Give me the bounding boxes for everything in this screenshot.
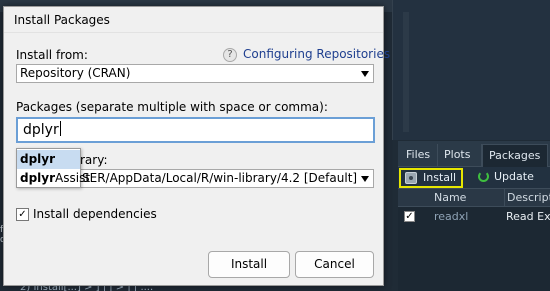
update-button-label: Update xyxy=(494,170,534,183)
package-description: Read Exc xyxy=(506,210,550,223)
scrollbar[interactable] xyxy=(403,12,409,132)
text-caret xyxy=(59,121,61,136)
tab-files[interactable]: Files xyxy=(400,144,438,167)
packages-toolbar: Install Update xyxy=(398,167,550,189)
configuring-repositories-link[interactable]: ? Configuring Repositories xyxy=(223,47,390,63)
packages-input-value: dplyr xyxy=(23,122,59,138)
package-name-link[interactable]: readxl xyxy=(434,208,468,226)
refresh-icon xyxy=(478,171,489,182)
column-header-name[interactable]: Name xyxy=(434,189,504,207)
checkmark-icon: ✓ xyxy=(16,208,29,221)
autocomplete-rest: Assist xyxy=(55,171,91,185)
install-packages-dialog: Install Packages Install from: ? Configu… xyxy=(3,6,390,286)
autocomplete-match: dplyr xyxy=(20,152,56,166)
environment-pane xyxy=(392,0,550,140)
install-packages-button[interactable]: Install xyxy=(399,168,463,188)
library-label-text: rary: xyxy=(80,153,108,167)
pane-tab-bar: Files Plots Packages xyxy=(398,141,550,167)
chevron-down-icon xyxy=(361,176,369,182)
tab-packages[interactable]: Packages xyxy=(482,144,548,167)
library-value: SER/AppData/Local/R/win-library/4.2 [Def… xyxy=(82,171,358,185)
install-from-select[interactable]: Repository (CRAN) xyxy=(16,64,374,83)
install-from-value: Repository (CRAN) xyxy=(20,66,131,80)
packages-table-header: Name Descripti xyxy=(398,189,550,207)
install-from-label: Install from: xyxy=(16,48,88,62)
dialog-title: Install Packages xyxy=(4,7,383,33)
table-row: ✓ readxl Read Exc xyxy=(398,208,550,226)
autocomplete-match: dplyr xyxy=(20,171,56,185)
package-loaded-checkbox[interactable]: ✓ xyxy=(404,211,415,222)
chevron-down-icon xyxy=(361,71,369,77)
packages-pane: Files Plots Packages Install Update Name… xyxy=(398,141,550,291)
autocomplete-popup: dplyr dplyrAssist xyxy=(16,148,90,188)
package-icon xyxy=(405,172,417,184)
install-button-label: Install xyxy=(423,171,457,184)
help-link-text: Configuring Repositories xyxy=(243,47,391,61)
autocomplete-item-dplyrassist[interactable]: dplyrAssist xyxy=(17,169,90,188)
update-packages-button[interactable]: Update xyxy=(474,168,544,188)
install-button[interactable]: Install xyxy=(208,251,290,278)
packages-input[interactable]: dplyr xyxy=(16,117,375,143)
tab-plots[interactable]: Plots xyxy=(438,144,482,167)
help-icon: ? xyxy=(223,48,237,62)
autocomplete-item-dplyr[interactable]: dplyr xyxy=(17,150,80,169)
cancel-button[interactable]: Cancel xyxy=(295,251,374,278)
column-header-description[interactable]: Descripti xyxy=(504,189,550,207)
packages-label: Packages (separate multiple with space o… xyxy=(16,100,328,114)
install-dependencies-label: Install dependencies xyxy=(33,207,157,221)
